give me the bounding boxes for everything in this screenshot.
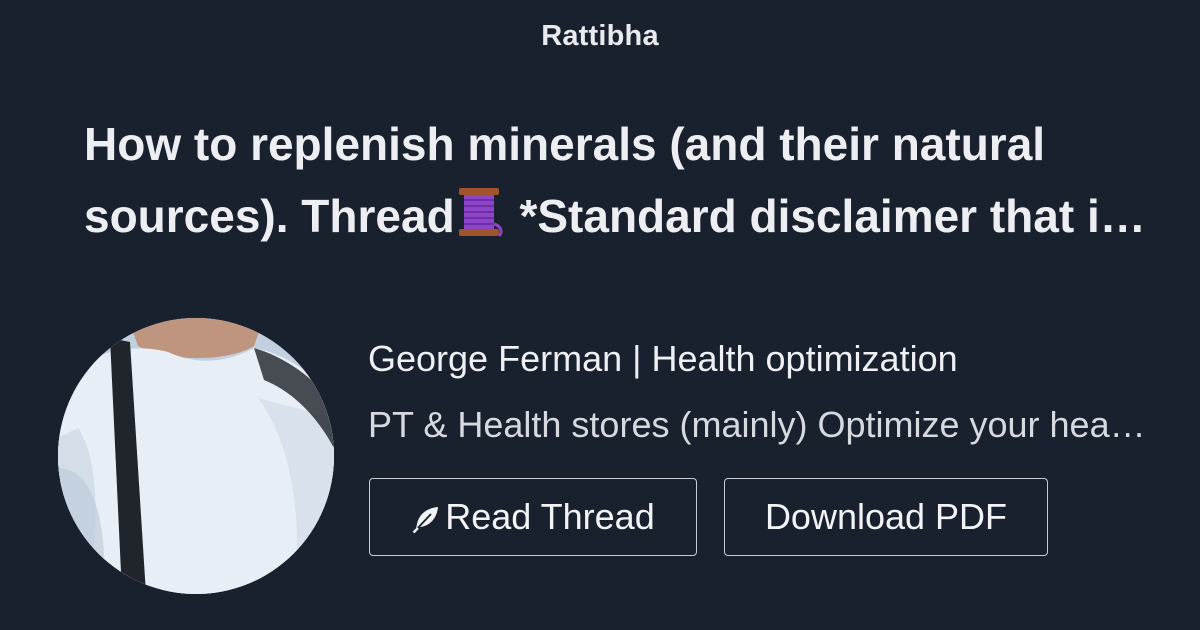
site-brand[interactable]: Rattibha <box>0 20 1200 53</box>
download-pdf-button[interactable]: Download PDF <box>724 478 1048 556</box>
thread-title: How to replenish minerals (and their nat… <box>84 108 1152 252</box>
thread-title-line-2: sources). Thread *Standard disclaimer th… <box>84 180 1152 252</box>
thread-title-line-2-end: *Standard disclaimer that if you're defi… <box>519 190 1152 242</box>
spool-of-thread-icon <box>458 188 503 238</box>
author-photo <box>58 318 334 594</box>
download-pdf-label: Download PDF <box>764 496 1008 537</box>
feather-icon <box>412 507 439 534</box>
thread-title-line-2-start: sources). Thread <box>84 190 455 242</box>
author-bio: PT & Health stores (mainly) Optimize you… <box>368 404 1150 445</box>
read-thread-button[interactable]: Read Thread <box>369 478 697 556</box>
author-name[interactable]: George Ferman | Health optimization <box>368 336 1158 382</box>
read-thread-label: Read Thread <box>445 496 655 537</box>
thread-title-line-1: How to replenish minerals (and their nat… <box>84 118 1046 170</box>
author-avatar <box>58 318 334 594</box>
